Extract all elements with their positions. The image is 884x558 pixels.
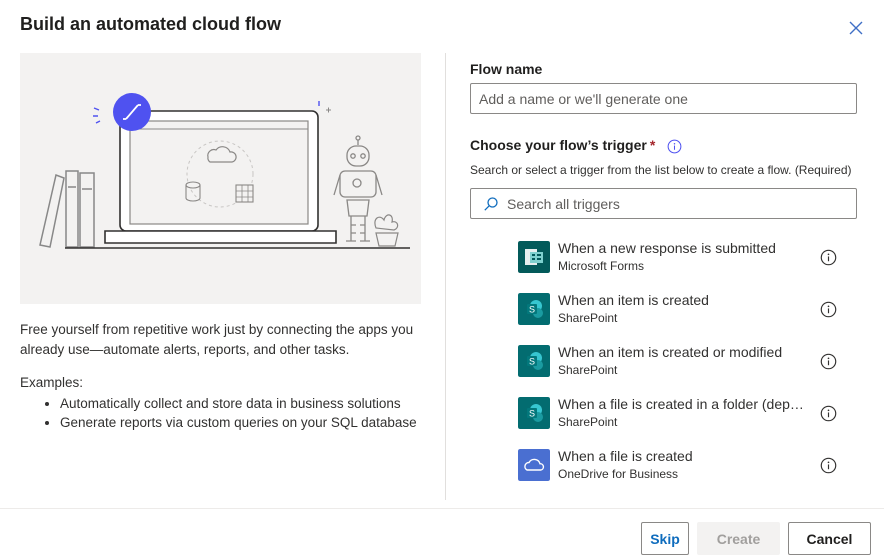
svg-text:S: S bbox=[529, 357, 535, 367]
info-icon[interactable] bbox=[820, 301, 837, 318]
trigger-item[interactable]: S When a file is created in a folder (dep… bbox=[518, 396, 858, 429]
trigger-item[interactable]: When a file is created OneDrive for Busin… bbox=[518, 448, 858, 481]
trigger-name: When an item is created or modified bbox=[558, 344, 783, 360]
plant-illustration bbox=[374, 214, 399, 247]
trigger-item[interactable]: S When an item is created or modified Shar… bbox=[518, 344, 858, 377]
hero-illustration bbox=[20, 53, 421, 304]
search-icon bbox=[484, 197, 498, 211]
trigger-helper-text: Search or select a trigger from the list… bbox=[470, 163, 852, 177]
skip-button[interactable]: Skip bbox=[641, 522, 689, 555]
sharepoint-icon: S bbox=[518, 345, 550, 377]
dialog-description: Free yourself from repetitive work just … bbox=[20, 322, 414, 357]
forms-icon bbox=[518, 241, 550, 273]
create-button[interactable]: Create bbox=[697, 522, 780, 555]
flow-name-label: Flow name bbox=[470, 61, 543, 77]
flow-name-input[interactable] bbox=[470, 83, 857, 114]
sharepoint-icon: S bbox=[518, 293, 550, 325]
footer-divider bbox=[0, 508, 884, 509]
examples-list: Automatically collect and store data in … bbox=[20, 394, 430, 432]
trigger-item[interactable]: S When an item is created SharePoint bbox=[518, 292, 858, 325]
example-item: Automatically collect and store data in … bbox=[60, 394, 430, 413]
required-marker: * bbox=[649, 137, 656, 153]
trigger-item[interactable]: When a new response is submitted Microsof… bbox=[518, 240, 858, 273]
trigger-name: When an item is created bbox=[558, 292, 709, 308]
trigger-connector: SharePoint bbox=[558, 415, 618, 429]
examples-label: Examples: bbox=[20, 375, 84, 390]
info-icon[interactable] bbox=[667, 139, 682, 154]
info-icon[interactable] bbox=[820, 353, 837, 370]
svg-text:S: S bbox=[529, 409, 535, 419]
trigger-name: When a file is created in a folder (depr… bbox=[558, 396, 808, 412]
info-icon[interactable] bbox=[820, 249, 837, 266]
info-icon[interactable] bbox=[820, 405, 837, 422]
trigger-connector: OneDrive for Business bbox=[558, 467, 679, 481]
onedrive-icon bbox=[518, 449, 550, 481]
books-illustration bbox=[39, 170, 95, 248]
trigger-name: When a new response is submitted bbox=[558, 240, 776, 256]
sharepoint-icon: S bbox=[518, 397, 550, 429]
close-icon[interactable] bbox=[846, 18, 866, 38]
info-icon[interactable] bbox=[820, 457, 837, 474]
trigger-label-row: Choose your flow’s trigger * bbox=[470, 137, 682, 154]
trigger-connector: SharePoint bbox=[558, 311, 618, 325]
cancel-button[interactable]: Cancel bbox=[788, 522, 871, 555]
column-divider bbox=[445, 53, 446, 500]
trigger-connector: Microsoft Forms bbox=[558, 259, 645, 273]
dialog-title: Build an automated cloud flow bbox=[20, 14, 281, 34]
trigger-search-input[interactable] bbox=[470, 188, 857, 219]
trigger-name: When a file is created bbox=[558, 448, 693, 464]
trigger-label: Choose your flow’s trigger bbox=[470, 137, 647, 153]
example-item: Generate reports via custom queries on y… bbox=[60, 413, 430, 432]
svg-text:S: S bbox=[529, 305, 535, 315]
trigger-connector: SharePoint bbox=[558, 363, 618, 377]
